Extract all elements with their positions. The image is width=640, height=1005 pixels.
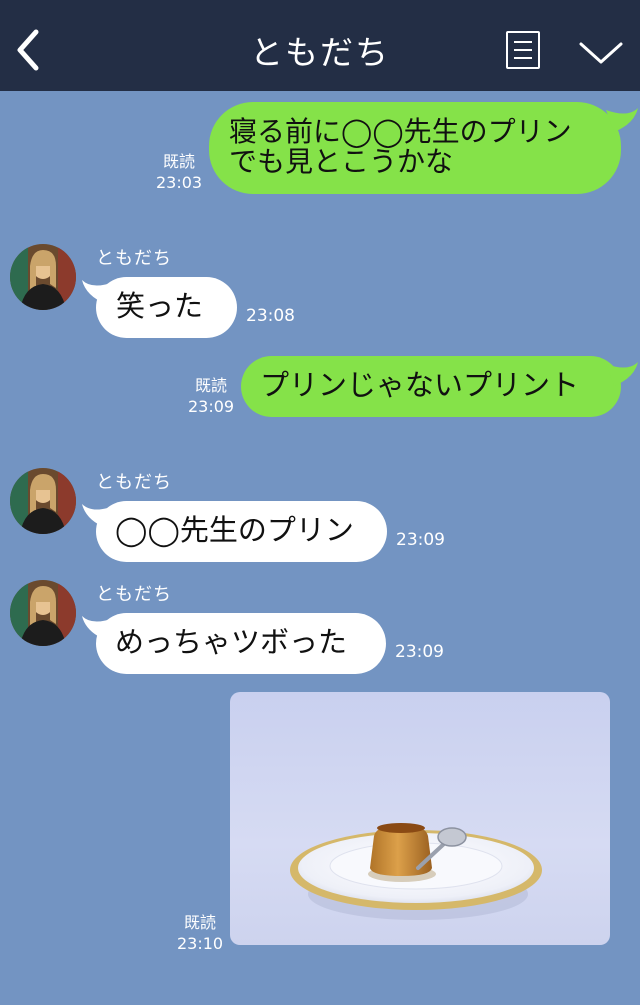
message-bubble-outgoing[interactable]: 寝る前に◯◯先生のプリン でも見とこうかな (209, 102, 621, 194)
chat-header: ともだち (0, 0, 640, 91)
sender-name: ともだち (96, 248, 172, 269)
list-icon (514, 41, 532, 43)
message-bubble-outgoing[interactable]: プリンじゃないプリント (241, 356, 621, 417)
message-bubble-incoming[interactable]: めっちゃツボった (96, 613, 386, 674)
message-time: 23:09 (395, 642, 444, 662)
avatar[interactable] (10, 244, 76, 310)
sender-name: ともだち (96, 584, 172, 605)
message-time: 23:09 (188, 397, 235, 416)
bubble-tail (606, 362, 638, 386)
bubble-tail (82, 280, 114, 304)
message-meta: 既読 23:03 (156, 151, 202, 193)
message-time: 23:10 (177, 934, 224, 953)
message-bubble-incoming[interactable]: 笑った (96, 277, 237, 338)
message-text-line: 寝る前に◯◯先生のプリン (229, 115, 572, 148)
message-time: 23:09 (396, 530, 445, 550)
message-meta: 既読 23:10 (177, 912, 223, 954)
bubble-tail (606, 108, 638, 132)
chevron-down-icon (579, 42, 623, 64)
avatar[interactable] (10, 468, 76, 534)
message-meta: 既読 23:09 (188, 375, 234, 417)
read-receipt: 既読 (184, 913, 217, 932)
bubble-tail (82, 504, 114, 528)
message-time: 23:03 (156, 173, 203, 192)
message-bubble-incoming[interactable]: ◯◯先生のプリン (96, 501, 387, 562)
message-time: 23:08 (246, 306, 295, 326)
sender-name: ともだち (96, 472, 172, 493)
read-receipt: 既読 (195, 376, 228, 395)
read-receipt: 既読 (163, 152, 196, 171)
avatar[interactable] (10, 580, 76, 646)
collapse-button[interactable] (578, 38, 624, 68)
bubble-tail (82, 616, 114, 640)
image-message[interactable] (230, 692, 610, 945)
pudding-on-plate-photo (230, 692, 610, 945)
menu-button[interactable] (506, 31, 540, 69)
chat-title: ともだち (250, 33, 390, 72)
message-text-line: でも見とこうかな (229, 145, 454, 178)
